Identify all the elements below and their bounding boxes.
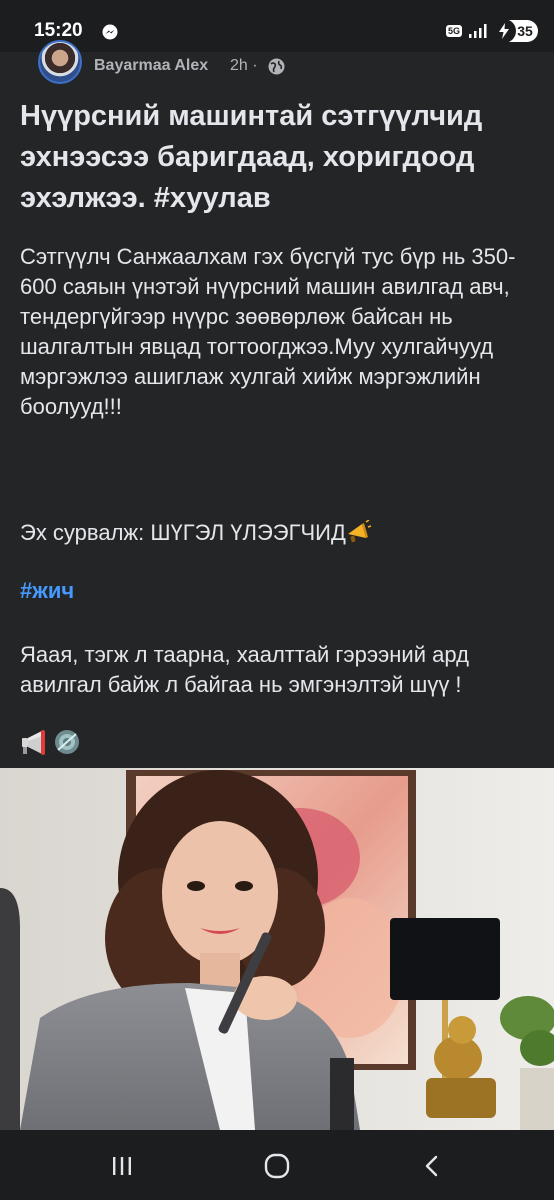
battery-indicator: 35 [492, 19, 538, 43]
author-name[interactable]: Bayarmaa Alex [94, 57, 208, 75]
post-photo[interactable] [0, 768, 554, 1130]
status-bar: 15:20 5G 35 [0, 0, 554, 52]
post-source-text: Эх сурвалж: ШҮГЭЛ ҮЛЭЭГЧИД [20, 520, 346, 545]
recent-apps-button[interactable] [102, 1146, 142, 1186]
system-navigation-bar [0, 1130, 554, 1200]
home-button[interactable] [257, 1146, 297, 1186]
network-badge: 5G [445, 25, 462, 37]
recent-apps-icon [113, 1157, 131, 1175]
post-body-paragraph: Сэтгүүлч Санжаалхам гэх бүсгүй тус бүр н… [20, 244, 516, 419]
loudspeaker-icon [22, 730, 45, 755]
facebook-post-screen: 15:20 5G 35 Bayarmaa Alex 2h · Нүүрсний … [0, 0, 554, 1200]
hashtag-link[interactable]: #жич [20, 578, 74, 604]
globe-icon [268, 58, 285, 75]
post-title: Нүүрсний машинтай сэтгүүлчид эхнээсээ ба… [20, 100, 483, 214]
post-source-line: Эх сурвалж: ШҮГЭЛ ҮЛЭЭГЧИД [20, 518, 540, 548]
post-comment-paragraph: Яаая, тэгж л таарна, хаалттай гэрээний а… [20, 642, 469, 697]
status-time: 15:20 [34, 20, 83, 41]
post-header: Bayarmaa Alex 2h · [0, 40, 554, 84]
emoji-row [20, 728, 82, 756]
battery-level: 35 [517, 23, 533, 39]
seal-icon [55, 730, 79, 754]
messenger-icon [102, 24, 118, 40]
post-time[interactable]: 2h · [230, 57, 258, 75]
megaphone-icon [347, 519, 372, 543]
post-time-value: 2h [230, 57, 248, 74]
author-avatar[interactable] [38, 40, 82, 84]
back-button[interactable] [412, 1146, 452, 1186]
signal-icon [469, 24, 487, 38]
home-icon [264, 1153, 290, 1179]
charging-icon [492, 19, 516, 43]
status-indicators: 5G 35 [445, 18, 538, 44]
back-icon [425, 1155, 438, 1177]
